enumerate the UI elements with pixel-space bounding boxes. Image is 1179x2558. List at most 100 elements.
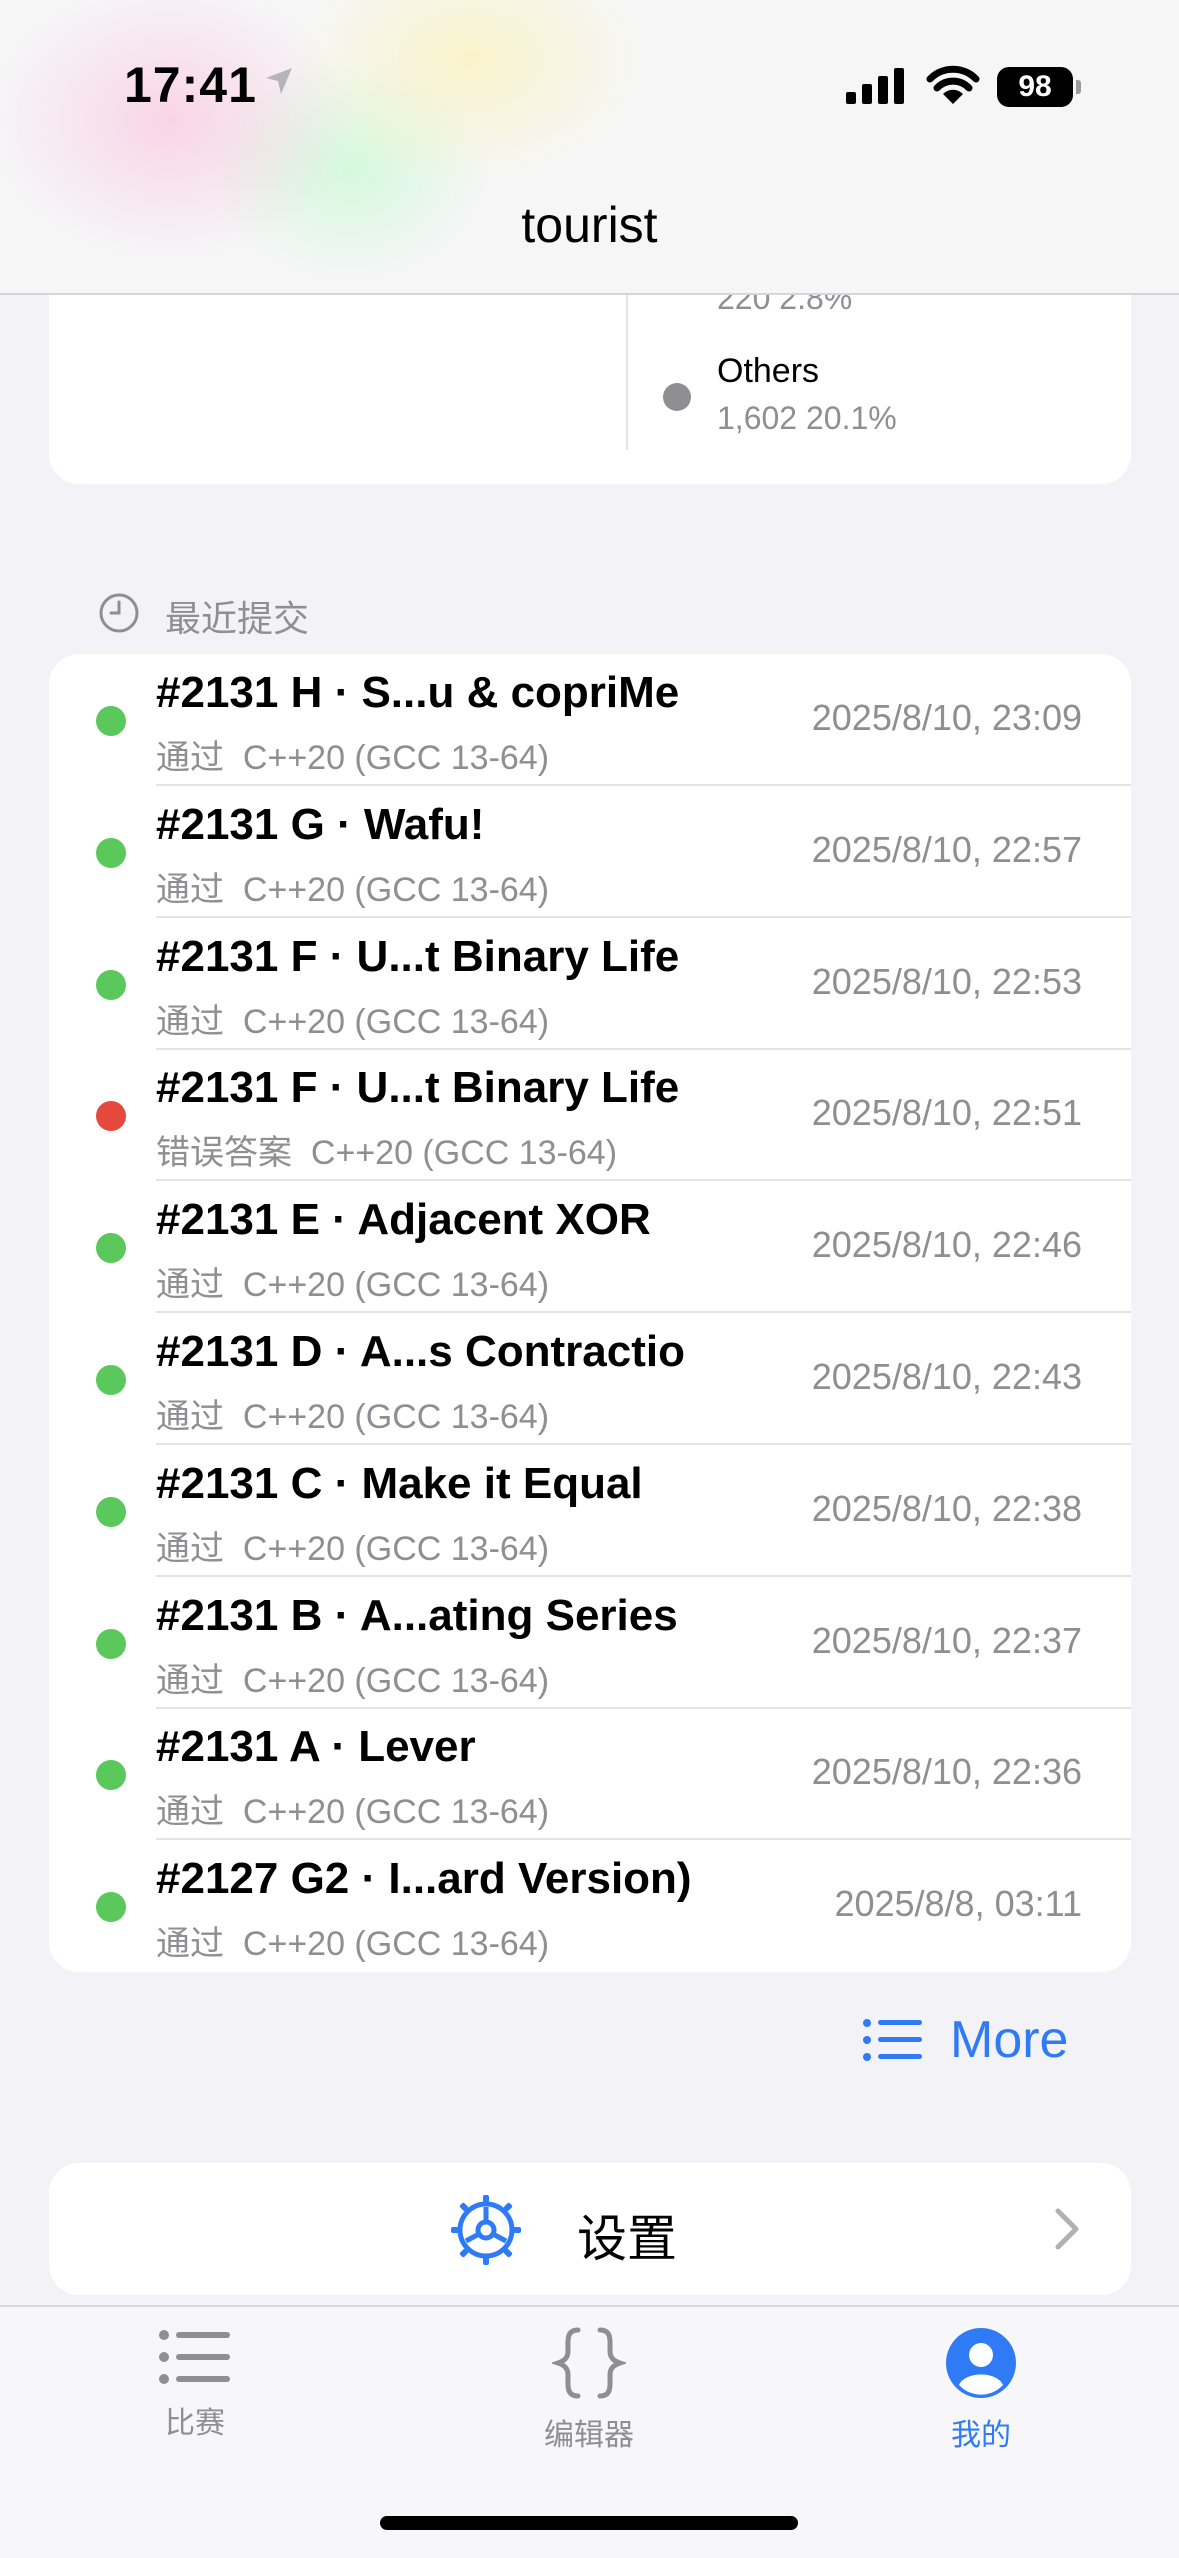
status-dot (96, 706, 126, 736)
status-dot (96, 1233, 126, 1264)
submission-time: 2025/8/10, 22:51 (811, 1092, 1082, 1134)
submission-meta: 通过 C++20 (GCC 13-64) (156, 1784, 549, 1833)
submission-verdict: 通过 (156, 1002, 224, 1041)
tab-label: 我的 (951, 2419, 1011, 2452)
list-icon (159, 2330, 230, 2384)
submission-title: #2131 D · A...s Contractio (156, 1327, 685, 1376)
submission-time: 2025/8/10, 22:38 (811, 1487, 1082, 1529)
section-title-recent: 最近提交 (165, 598, 310, 639)
status-dot (96, 837, 126, 868)
submission-language: C++20 (GCC 13-64) (242, 1925, 550, 1964)
submission-time: 2025/8/10, 22:46 (811, 1224, 1082, 1266)
submission-meta: 通过 C++20 (GCC 13-64) (156, 1389, 549, 1438)
braces-icon (550, 2327, 628, 2399)
cellular-signal-icon (846, 68, 904, 104)
legend-others-dot (663, 383, 691, 411)
submission-meta: 通过 C++20 (GCC 13-64) (156, 1257, 549, 1306)
submissions-list: #2131 H · S...u & copriMe 通过 C++20 (GCC 1… (49, 654, 1131, 1972)
submission-title: #2127 G2 · I...ard Version) (156, 1854, 692, 1904)
submission-language: C++20 (GCC 13-64) (242, 1661, 550, 1700)
submission-row[interactable]: #2131 B · A...ating Series 通过 C++20 (GCC … (49, 1577, 1131, 1709)
more-label: More (950, 2011, 1069, 2069)
submission-row[interactable]: #2131 D · A...s Contractio 通过 C++20 (GCC … (49, 1313, 1131, 1445)
submission-verdict: 通过 (156, 739, 224, 777)
battery-level: 98 (997, 67, 1073, 107)
status-dot (96, 1101, 126, 1132)
status-dot (96, 969, 126, 1000)
submission-time: 2025/8/10, 22:43 (811, 1356, 1082, 1397)
submission-row[interactable]: #2131 G · Wafu! 通过 C++20 (GCC 13-64) 2025/… (49, 786, 1131, 918)
submission-title: #2131 G · Wafu! (156, 799, 485, 849)
submission-title: #2131 F · U...t Binary Life (156, 931, 680, 981)
home-indicator (380, 2516, 798, 2530)
status-dot (96, 1892, 126, 1923)
submission-language: C++20 (GCC 13-64) (310, 1134, 618, 1173)
wifi-icon (926, 65, 980, 104)
gear-icon (451, 2195, 521, 2265)
submission-row[interactable]: #2131 F · U...t Binary Life 通过 C++20 (GCC… (49, 918, 1131, 1050)
submission-title: #2131 E · Adjacent XOR (156, 1195, 651, 1245)
submission-time: 2025/8/10, 22:57 (811, 828, 1082, 870)
submission-title: #2131 F · U...t Binary Life (156, 1063, 680, 1113)
submission-title: #2131 H · S...u & copriMe (156, 668, 680, 717)
submission-meta: 通过 C++20 (GCC 13-64) (156, 1521, 549, 1570)
submission-title: #2131 B · A...ating Series (156, 1590, 678, 1640)
submission-language: C++20 (GCC 13-64) (242, 870, 550, 909)
submission-title: #2131 A · Lever (156, 1722, 476, 1772)
submission-language: C++20 (GCC 13-64) (242, 1529, 550, 1568)
submission-row[interactable]: #2131 H · S...u & copriMe 通过 C++20 (GCC 1… (49, 654, 1131, 786)
tab-contests[interactable]: 比赛 (95, 2327, 295, 2442)
submission-language: C++20 (GCC 13-64) (242, 1398, 550, 1436)
submission-time: 2025/8/10, 22:37 (811, 1619, 1082, 1661)
more-button[interactable]: More (862, 2010, 1068, 2070)
chevron-right-icon (1055, 2208, 1079, 2250)
tab-label: 编辑器 (544, 2419, 634, 2452)
submission-verdict: 通过 (156, 870, 224, 909)
submission-language: C++20 (GCC 13-64) (242, 1793, 550, 1832)
submission-title: #2131 C · Make it Equal (156, 1458, 643, 1508)
submission-verdict: 通过 (156, 1661, 224, 1700)
location-arrow-icon (266, 68, 292, 94)
submission-language: C++20 (GCC 13-64) (242, 739, 550, 777)
status-time: 17:41 (124, 57, 257, 113)
list-icon (863, 2019, 922, 2061)
submission-verdict: 错误答案 (156, 1134, 292, 1173)
submission-row[interactable]: #2131 A · Lever 通过 C++20 (GCC 13-64) 2025/… (49, 1708, 1131, 1841)
submission-language: C++20 (GCC 13-64) (242, 1266, 550, 1305)
submission-time: 2025/8/10, 22:53 (811, 960, 1082, 1002)
submission-language: C++20 (GCC 13-64) (242, 1002, 550, 1041)
submission-row[interactable]: #2131 E · Adjacent XOR 通过 C++20 (GCC 13-6… (49, 1181, 1131, 1314)
submission-verdict: 通过 (156, 1925, 224, 1964)
submission-meta: 通过 C++20 (GCC 13-64) (156, 862, 549, 911)
submission-verdict: 通过 (156, 1266, 224, 1305)
submission-meta: 错误答案 C++20 (GCC 13-64) (156, 1125, 617, 1174)
submission-meta: 通过 C++20 (GCC 13-64) (156, 1916, 549, 1965)
battery-cap (1076, 80, 1081, 94)
status-dot (96, 1496, 126, 1527)
submission-time: 2025/8/10, 23:09 (811, 697, 1082, 738)
submission-verdict: 通过 (156, 1398, 224, 1436)
submission-row[interactable]: #2127 G2 · I...ard Version) 通过 C++20 (GCC… (49, 1840, 1131, 1972)
legend-others-name: Others (717, 352, 820, 390)
legend-others-value: 1,602 20.1% (717, 400, 897, 436)
tab-profile[interactable]: 我的 (881, 2327, 1081, 2454)
person-circle-icon (946, 2328, 1016, 2398)
submission-verdict: 通过 (156, 1529, 224, 1568)
tab-label: 比赛 (165, 2407, 225, 2440)
submission-row[interactable]: #2131 C · Make it Equal 通过 C++20 (GCC 13-… (49, 1445, 1131, 1577)
submission-time: 2025/8/8, 03:11 (834, 1883, 1082, 1925)
submission-time: 2025/8/10, 22:36 (811, 1751, 1082, 1793)
submission-meta: 通过 C++20 (GCC 13-64) (156, 730, 549, 779)
settings-label: 设置 (577, 2211, 677, 2267)
status-dot (96, 1760, 126, 1791)
submission-row[interactable]: #2131 F · U...t Binary Life 错误答案 C++20 (G… (49, 1049, 1131, 1182)
submission-meta: 通过 C++20 (GCC 13-64) (156, 994, 549, 1043)
tab-editor[interactable]: 编辑器 (489, 2327, 689, 2454)
navigation-header: 17:41 98 tourist (0, 0, 1179, 295)
settings-row[interactable]: 设置 (49, 2163, 1131, 2295)
submission-verdict: 通过 (156, 1793, 224, 1832)
submission-meta: 通过 C++20 (GCC 13-64) (156, 1653, 549, 1702)
status-dot (96, 1365, 126, 1395)
page-title: tourist (521, 197, 658, 253)
clock-icon (99, 593, 139, 633)
